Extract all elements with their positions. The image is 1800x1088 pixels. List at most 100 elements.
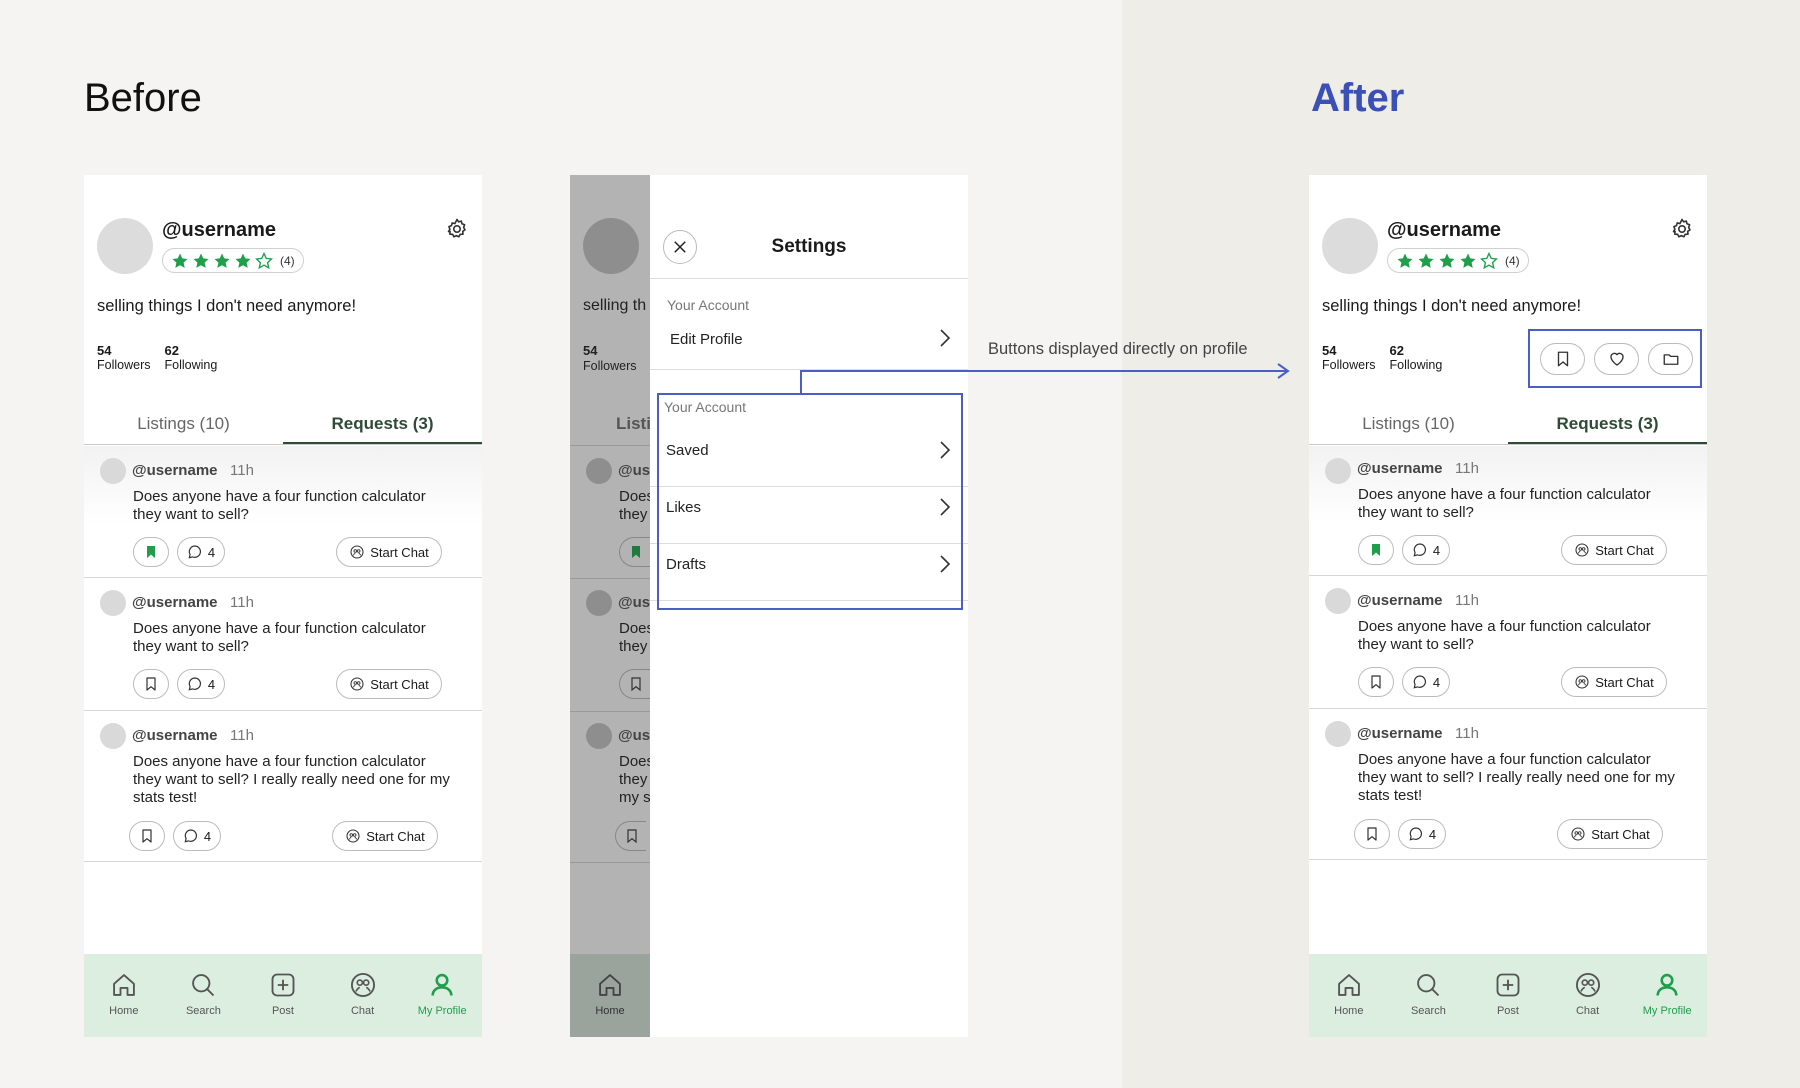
edit-profile-item[interactable]: Edit Profile	[650, 329, 968, 361]
post-username[interactable]: @username	[132, 727, 218, 744]
star-icon	[1418, 253, 1434, 268]
followers-stat[interactable]: 54 Followers	[97, 343, 151, 372]
after-profile-screen: @username (4) selling things I don't nee…	[1309, 175, 1707, 1037]
start-chat-button[interactable]: Start Chat	[332, 821, 438, 851]
tab-listings[interactable]: Listings (10)	[1309, 409, 1508, 444]
star-icon	[214, 253, 230, 268]
saved-button[interactable]	[1540, 343, 1585, 375]
bookmark-button[interactable]	[133, 669, 169, 699]
post-avatar[interactable]	[1325, 588, 1351, 614]
chat-icon	[1575, 675, 1589, 689]
post-avatar	[586, 590, 612, 616]
line-fragment: Does	[619, 620, 650, 637]
chat-icon	[1575, 972, 1600, 998]
post-username[interactable]: @username	[132, 462, 218, 479]
nav-search[interactable]: Search	[1389, 954, 1469, 1037]
nav-my-profile[interactable]: My Profile	[402, 954, 482, 1037]
bookmark-button[interactable]	[133, 537, 169, 567]
post-username[interactable]: @username	[1357, 460, 1443, 477]
post-avatar[interactable]	[100, 723, 126, 749]
comments-button[interactable]: 4	[177, 537, 225, 567]
nav-search[interactable]: Search	[164, 954, 244, 1037]
following-count: 62	[164, 343, 179, 358]
avatar[interactable]	[1322, 218, 1378, 274]
start-chat-label: Start Chat	[370, 544, 429, 560]
list-item: @username 11h Does anyone have a four fu…	[84, 711, 482, 862]
tab-requests[interactable]: Requests (3)	[283, 409, 482, 444]
tab-requests[interactable]: Requests (3)	[1508, 409, 1707, 444]
nav-home-label: Home	[595, 1005, 625, 1017]
bookmark-button[interactable]	[129, 821, 165, 851]
comments-button[interactable]: 4	[173, 821, 221, 851]
rating-badge[interactable]: (4)	[162, 248, 304, 273]
comment-icon	[188, 545, 201, 559]
start-chat-button[interactable]: Start Chat	[1557, 819, 1663, 849]
post-avatar[interactable]	[1325, 458, 1351, 484]
person-icon	[431, 973, 453, 996]
rating-badge[interactable]: (4)	[1387, 248, 1529, 273]
bookmark-icon	[142, 829, 152, 843]
nav-chat[interactable]: Chat	[323, 954, 403, 1037]
gear-icon[interactable]	[445, 217, 469, 241]
post-username[interactable]: @username	[1357, 725, 1443, 742]
nav-home[interactable]: Home	[1309, 954, 1389, 1037]
nav-post[interactable]: Post	[1468, 954, 1548, 1037]
comments-button[interactable]: 4	[1398, 819, 1446, 849]
rating-count: (4)	[1505, 253, 1520, 268]
post-text: Does anyone have a four function calcula…	[133, 488, 426, 523]
start-chat-button[interactable]: Start Chat	[336, 537, 442, 567]
following-stat[interactable]: 62 Following	[165, 343, 218, 372]
list-item: @username 11h Does anyone have a four fu…	[84, 578, 482, 711]
home-icon	[112, 974, 135, 996]
comment-count: 4	[203, 828, 212, 844]
star-outline-icon	[1480, 251, 1498, 269]
followers-stat[interactable]: 54 Followers	[1322, 343, 1376, 372]
post-avatar[interactable]	[100, 590, 126, 616]
post-username[interactable]: @username	[132, 594, 218, 611]
post-username[interactable]: @username	[1357, 592, 1443, 609]
likes-button[interactable]	[1594, 343, 1639, 375]
tab-fragment: Listi	[616, 414, 650, 433]
gear-icon[interactable]	[1670, 217, 1694, 241]
profile-quick-buttons	[1528, 329, 1702, 388]
comments-button[interactable]: 4	[177, 669, 225, 699]
edit-profile-label: Edit Profile	[670, 331, 743, 348]
user-fragment: @us	[618, 594, 650, 611]
start-chat-button[interactable]: Start Chat	[336, 669, 442, 699]
tab-listings[interactable]: Listings (10)	[84, 409, 283, 444]
comment-icon	[1409, 827, 1422, 841]
nav-chat[interactable]: Chat	[1548, 954, 1628, 1037]
bookmark-icon	[1557, 351, 1568, 367]
followers-label-fragment: Followers	[583, 359, 637, 373]
bookmark-button[interactable]	[1354, 819, 1390, 849]
drafts-button[interactable]	[1648, 343, 1693, 375]
bookmark-filled-icon	[1372, 544, 1380, 556]
comments-button[interactable]: 4	[1402, 535, 1450, 565]
section-label: Your Account	[667, 297, 749, 313]
user-fragment: @us	[618, 727, 650, 744]
nav-search-label: Search	[185, 1005, 221, 1017]
start-chat-label: Start Chat	[1595, 542, 1654, 558]
comment-count: 4	[1432, 674, 1441, 690]
divider	[650, 278, 968, 279]
following-stat[interactable]: 62 Following	[1390, 343, 1443, 372]
line-fragment: Does	[619, 753, 650, 770]
bookmark-button[interactable]	[1358, 535, 1394, 565]
star-icon	[193, 253, 209, 268]
start-chat-button[interactable]: Start Chat	[1561, 667, 1667, 697]
avatar[interactable]	[97, 218, 153, 274]
post-avatar[interactable]	[100, 458, 126, 484]
start-chat-label: Start Chat	[370, 676, 429, 692]
comments-button[interactable]: 4	[1402, 667, 1450, 697]
post-avatar[interactable]	[1325, 721, 1351, 747]
line-fragment: Does	[619, 488, 650, 505]
start-chat-button[interactable]: Start Chat	[1561, 535, 1667, 565]
nav-post[interactable]: Post	[243, 954, 323, 1037]
nav-my-profile[interactable]: My Profile	[1627, 954, 1707, 1037]
rating-count: (4)	[280, 253, 295, 268]
nav-home[interactable]: Home	[84, 954, 164, 1037]
comment-icon	[1413, 675, 1426, 689]
bookmark-button[interactable]	[1358, 667, 1394, 697]
list-item: @username 11h Does anyone have a four fu…	[1309, 446, 1707, 576]
nav-my-profile-label: My Profile	[417, 1005, 467, 1017]
